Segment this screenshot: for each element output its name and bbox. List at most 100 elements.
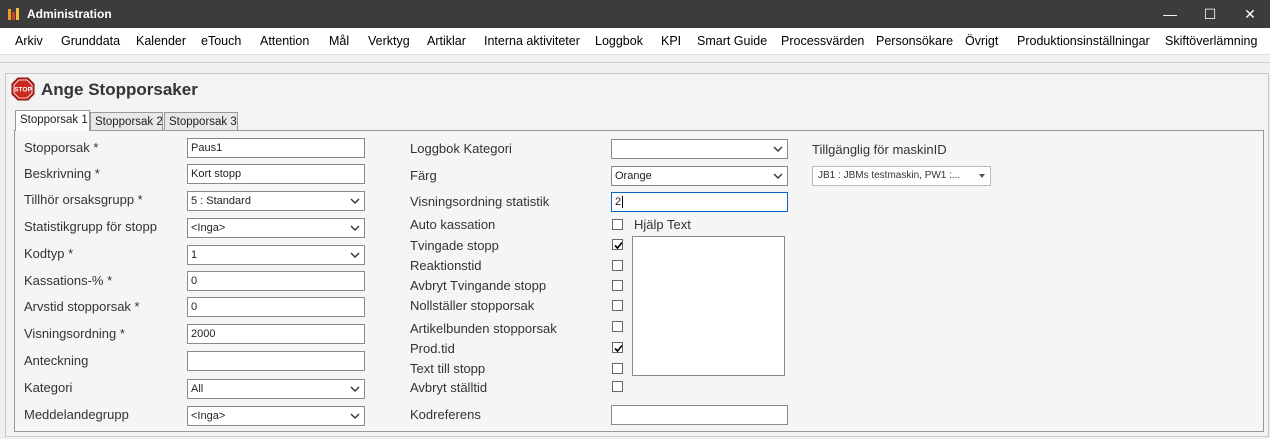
orsaksgrupp-label: Tillhör orsaksgrupp * [24,192,143,207]
title-bar: Administration — ☐ ✕ [0,0,1270,28]
orsaksgrupp-select[interactable]: 5 : Standard [187,191,365,211]
kassation-input[interactable]: 0 [187,271,365,291]
kategori-select[interactable]: All [187,379,365,399]
text-till-stopp-checkbox[interactable] [612,363,623,374]
chevron-down-icon [773,146,783,152]
avbryt-stalltid-checkbox[interactable] [612,381,623,392]
chevron-down-icon [350,413,360,419]
farg-label: Färg [410,168,437,183]
menu-ovrigt[interactable]: Övrigt [965,34,998,48]
menu-kalender[interactable]: Kalender [136,34,186,48]
menu-produktionsinstallningar[interactable]: Produktionsinställningar [1017,34,1150,48]
meddelandegrupp-select[interactable]: <Inga> [187,406,365,426]
farg-select[interactable]: Orange [611,166,788,186]
window-title: Administration [27,7,112,21]
statistikgrupp-value: <Inga> [191,222,226,234]
farg-value: Orange [615,170,652,182]
prod-tid-label: Prod.tid [410,341,455,356]
anteckning-input[interactable] [187,351,365,371]
visning-statistik-value: 2 [615,196,622,208]
menu-interna-aktiviteter[interactable]: Interna aktiviteter [484,34,580,48]
visning-statistik-input[interactable]: 2 [611,192,788,212]
visningsordning-label: Visningsordning * [24,326,125,341]
visning-statistik-label: Visningsordning statistik [410,194,550,209]
artikelbunden-stopporsak-checkbox[interactable] [612,321,623,332]
meddelandegrupp-value: <Inga> [191,410,226,422]
chevron-down-icon [350,198,360,204]
maskin-value: JB1 : JBMs testmaskin, PW1 :... [818,170,961,181]
menu-kpi[interactable]: KPI [661,34,681,48]
text-till-stopp-label: Text till stopp [410,361,486,376]
chevron-down-icon [350,225,360,231]
menu-etouch[interactable]: eTouch [201,34,241,48]
statistikgrupp-label: Statistikgrupp för stopp [24,219,157,234]
tab-stopporsak-1[interactable]: Stopporsak 1 [15,110,90,131]
stopporsak-input[interactable]: Paus1 [187,138,365,158]
text-caret [622,196,624,209]
chevron-down-icon [350,252,360,258]
beskrivning-input[interactable]: Kort stopp [187,164,365,184]
hjalp-text-label: Hjälp Text [634,217,691,232]
dropdown-arrow-icon [979,174,985,178]
loggbok-kategori-select[interactable] [611,139,788,159]
svg-text:STOP: STOP [14,87,32,94]
menu-verktyg[interactable]: Verktyg [368,34,410,48]
meddelandegrupp-label: Meddelandegrupp [24,407,129,422]
statistikgrupp-select[interactable]: <Inga> [187,218,365,238]
checkmark-icon [614,241,623,250]
menu-mal[interactable]: Mål [329,34,349,48]
menu-arkiv[interactable]: Arkiv [15,34,43,48]
anteckning-label: Anteckning [24,353,89,368]
artikelbunden-stopporsak-label: Artikelbunden stopporsak [410,321,557,336]
menu-grunddata[interactable]: Grunddata [61,34,120,48]
kassation-label: Kassations-% * [24,273,113,288]
auto-kassation-label: Auto kassation [410,217,496,232]
auto-kassation-checkbox[interactable] [612,219,623,230]
maximize-button[interactable]: ☐ [1190,0,1230,28]
kodreferens-label: Kodreferens [410,407,481,422]
prod-tid-checkbox[interactable] [612,342,623,353]
menu-smart-guide[interactable]: Smart Guide [697,34,767,48]
menu-bar: Arkiv Grunddata Kalender eTouch Attentio… [0,28,1270,55]
menu-loggbok[interactable]: Loggbok [595,34,643,48]
kategori-value: All [191,383,204,395]
kodtyp-label: Kodtyp * [24,246,74,261]
loggbok-kategori-label: Loggbok Kategori [410,141,512,156]
avbryt-stalltid-label: Avbryt ställtid [410,380,488,395]
tvingade-stopp-checkbox[interactable] [612,239,623,250]
kategori-label: Kategori [24,380,73,395]
tvingade-stopp-label: Tvingade stopp [410,238,499,253]
app-icon [8,8,19,20]
stop-sign-icon: STOP [11,77,35,101]
tab-stopporsak-3[interactable]: Stopporsak 3 [164,112,238,130]
kodtyp-value: 1 [191,249,198,261]
avbryt-tvingande-stopp-label: Avbryt Tvingande stopp [410,278,547,293]
beskrivning-label: Beskrivning * [24,166,100,181]
separator [0,62,1270,63]
menu-artiklar[interactable]: Artiklar [427,34,466,48]
stopporsak-label: Stopporsak * [24,140,99,155]
close-button[interactable]: ✕ [1230,0,1270,28]
maskin-label: Tillgänglig för maskinID [812,142,947,157]
kodreferens-input[interactable] [611,405,788,425]
menu-skiftoverlamning[interactable]: Skiftöverlämning [1165,34,1257,48]
nollstaller-stopporsak-checkbox[interactable] [612,300,623,311]
arvstid-input[interactable]: 0 [187,297,365,317]
menu-attention[interactable]: Attention [260,34,309,48]
minimize-button[interactable]: — [1150,0,1190,28]
page-title: Ange Stopporsaker [41,80,198,99]
hjalp-text-area[interactable] [632,236,785,376]
nollstaller-stopporsak-label: Nollställer stopporsak [410,298,535,313]
tab-stopporsak-2[interactable]: Stopporsak 2 [90,112,163,130]
avbryt-tvingande-stopp-checkbox[interactable] [612,280,623,291]
kodtyp-select[interactable]: 1 [187,245,365,265]
menu-personsokare[interactable]: Personsökare [876,34,953,48]
maskin-select[interactable]: JB1 : JBMs testmaskin, PW1 :... [812,166,991,186]
visningsordning-input[interactable]: 2000 [187,324,365,344]
orsaksgrupp-value: 5 : Standard [191,195,251,207]
chevron-down-icon [773,173,783,179]
reaktionstid-checkbox[interactable] [612,260,623,271]
checkmark-icon [614,344,623,353]
menu-processvarden[interactable]: Processvärden [781,34,864,48]
arvstid-label: Arvstid stopporsak * [24,299,140,314]
